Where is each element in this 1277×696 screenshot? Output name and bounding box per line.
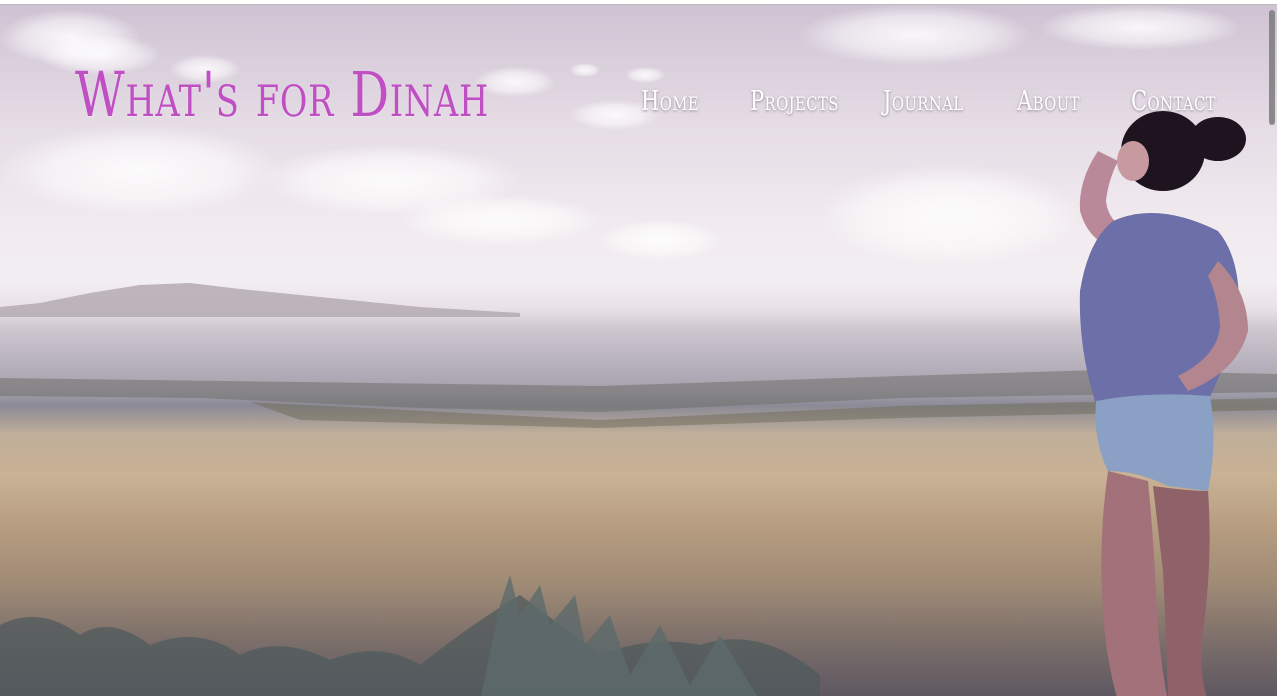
cloud	[570, 63, 600, 77]
cloud	[625, 67, 665, 83]
sagebrush-foreground	[0, 575, 820, 696]
nav-item-home[interactable]: Home	[641, 86, 699, 117]
main-navigation: Home Projects Journal About Contact	[0, 86, 1277, 136]
nav-item-projects[interactable]: Projects	[750, 86, 839, 117]
person-silhouette	[1079, 111, 1248, 696]
nav-item-journal[interactable]: Journal	[883, 86, 963, 117]
cloud	[600, 220, 720, 260]
distant-mountain	[0, 283, 520, 317]
cloud	[820, 165, 1080, 265]
cloud	[0, 125, 280, 215]
cloud	[800, 5, 1030, 65]
page-scrollbar-thumb[interactable]	[1269, 10, 1275, 125]
cloud	[1040, 5, 1240, 50]
cloud	[400, 195, 600, 245]
nav-item-contact[interactable]: Contact	[1131, 86, 1216, 117]
nav-item-about[interactable]: About	[1017, 86, 1080, 117]
